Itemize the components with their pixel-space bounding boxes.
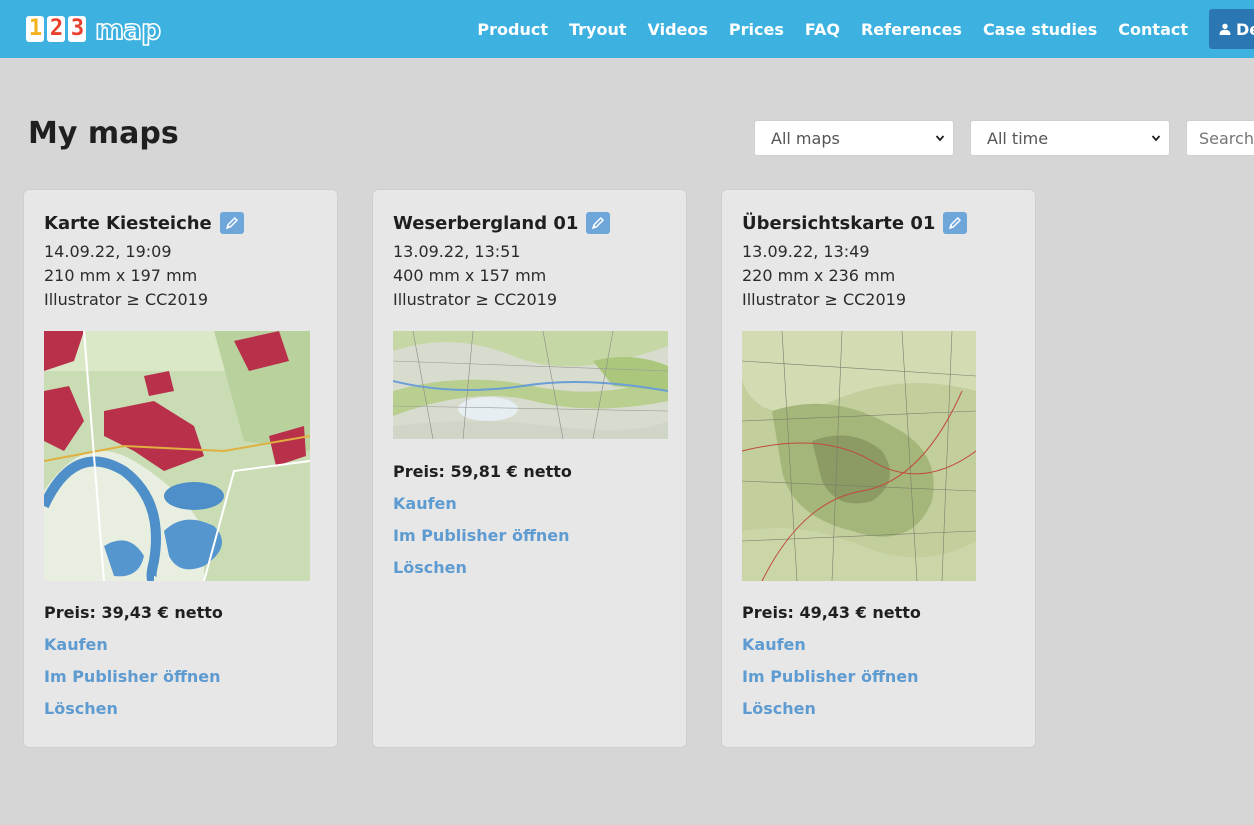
map-date: 13.09.22, 13:49: [742, 242, 870, 261]
maps-filter-select[interactable]: All maps: [754, 120, 954, 156]
page-title: My maps: [28, 116, 179, 151]
open-in-publisher-link[interactable]: Im Publisher öffnen: [44, 667, 221, 686]
map-title: Karte Kiesteiche: [44, 212, 212, 234]
map-thumbnail[interactable]: [742, 331, 976, 581]
nav-tryout[interactable]: Tryout: [569, 20, 627, 39]
logo-word: map: [94, 12, 162, 47]
map-card: Karte Kiesteiche 14.09.22, 19:09 210 mm …: [23, 189, 338, 748]
map-card: Weserbergland 01 13.09.22, 13:51 400 mm …: [372, 189, 687, 748]
maps-filter-value: All maps: [771, 128, 840, 148]
map-card-title-row: Übersichtskarte 01: [742, 212, 968, 234]
nav-case-studies[interactable]: Case studies: [983, 20, 1097, 39]
map-card-title-row: Karte Kiesteiche: [44, 212, 244, 234]
pencil-icon: [225, 217, 238, 230]
map-date: 13.09.22, 13:51: [393, 242, 521, 261]
edit-title-button[interactable]: [219, 212, 244, 234]
top-navigation-bar: 1 2 3 map Product Tryout Videos Prices F…: [0, 0, 1254, 58]
pencil-icon: [949, 217, 962, 230]
logo-digit-2: 2: [47, 16, 65, 42]
user-icon: [1219, 23, 1231, 35]
logo-digit-1: 1: [26, 16, 44, 42]
chevron-down-icon: [935, 135, 945, 142]
map-price: Preis: 59,81 € netto: [393, 462, 572, 481]
open-in-publisher-link[interactable]: Im Publisher öffnen: [393, 526, 570, 545]
user-account-button[interactable]: De: [1209, 9, 1254, 49]
nav-videos[interactable]: Videos: [648, 20, 708, 39]
delete-link[interactable]: Löschen: [393, 558, 467, 577]
edit-title-button[interactable]: [943, 212, 968, 234]
map-thumbnail[interactable]: [393, 331, 668, 439]
search-input[interactable]: [1186, 120, 1254, 156]
map-size: 400 mm x 157 mm: [393, 266, 547, 285]
nav-prices[interactable]: Prices: [729, 20, 784, 39]
buy-link[interactable]: Kaufen: [742, 635, 806, 654]
map-date: 14.09.22, 19:09: [44, 242, 172, 261]
time-filter-value: All time: [987, 128, 1049, 148]
map-price: Preis: 49,43 € netto: [742, 603, 921, 622]
map-size: 220 mm x 236 mm: [742, 266, 896, 285]
map-format: Illustrator ≥ CC2019: [742, 290, 907, 309]
map-card: Übersichtskarte 01 13.09.22, 13:49 220 m…: [721, 189, 1036, 748]
chevron-down-icon: [1151, 135, 1161, 142]
map-thumbnail[interactable]: [44, 331, 310, 581]
nav-contact[interactable]: Contact: [1118, 20, 1188, 39]
pencil-icon: [592, 217, 605, 230]
map-price: Preis: 39,43 € netto: [44, 603, 223, 622]
user-button-label: De: [1236, 19, 1254, 39]
time-filter-select[interactable]: All time: [970, 120, 1170, 156]
map-size: 210 mm x 197 mm: [44, 266, 198, 285]
buy-link[interactable]: Kaufen: [393, 494, 457, 513]
nav-references[interactable]: References: [861, 20, 962, 39]
logo-123map[interactable]: 1 2 3 map: [26, 12, 162, 47]
nav-faq[interactable]: FAQ: [805, 20, 840, 39]
buy-link[interactable]: Kaufen: [44, 635, 108, 654]
map-format: Illustrator ≥ CC2019: [44, 290, 209, 309]
main-nav: Product Tryout Videos Prices FAQ Referen…: [477, 0, 1254, 58]
map-format: Illustrator ≥ CC2019: [393, 290, 558, 309]
map-title: Weserbergland 01: [393, 212, 579, 234]
map-card-title-row: Weserbergland 01: [393, 212, 611, 234]
delete-link[interactable]: Löschen: [44, 699, 118, 718]
edit-title-button[interactable]: [586, 212, 611, 234]
delete-link[interactable]: Löschen: [742, 699, 816, 718]
logo-digit-3: 3: [68, 16, 86, 42]
map-title: Übersichtskarte 01: [742, 212, 936, 234]
nav-product[interactable]: Product: [477, 20, 548, 39]
open-in-publisher-link[interactable]: Im Publisher öffnen: [742, 667, 919, 686]
